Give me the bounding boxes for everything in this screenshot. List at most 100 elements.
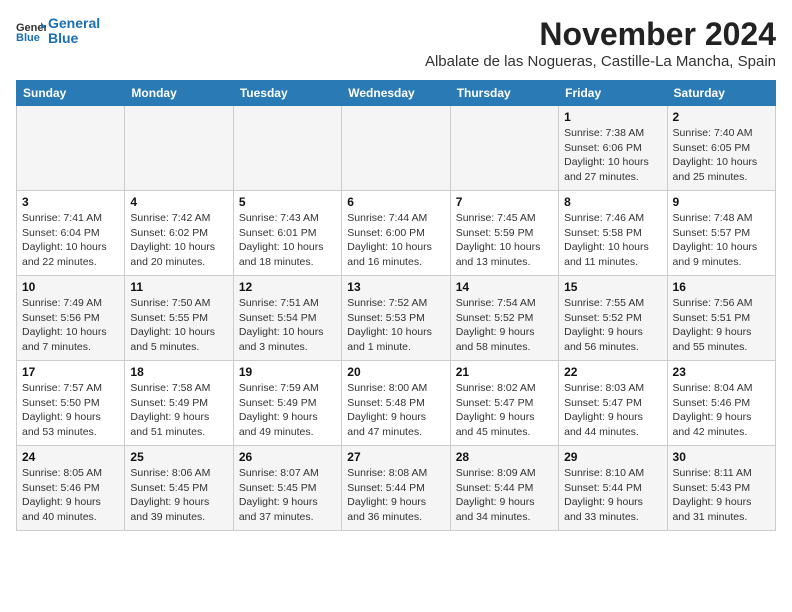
day-info: Sunrise: 8:07 AM Sunset: 5:45 PM Dayligh… [239,466,336,525]
day-number: 2 [673,110,770,124]
day-number: 27 [347,450,444,464]
day-info: Sunrise: 7:48 AM Sunset: 5:57 PM Dayligh… [673,211,770,270]
calendar-cell: 18 Sunrise: 7:58 AM Sunset: 5:49 PM Dayli… [125,361,233,446]
calendar-cell: 25 Sunrise: 8:06 AM Sunset: 5:45 PM Dayli… [125,446,233,531]
weekday-header-thursday: Thursday [450,81,558,106]
day-number: 6 [347,195,444,209]
calendar-cell: 21 Sunrise: 8:02 AM Sunset: 5:47 PM Dayli… [450,361,558,446]
day-info: Sunrise: 7:46 AM Sunset: 5:58 PM Dayligh… [564,211,661,270]
day-info: Sunrise: 7:59 AM Sunset: 5:49 PM Dayligh… [239,381,336,440]
calendar-cell: 6 Sunrise: 7:44 AM Sunset: 6:00 PM Daylig… [342,191,450,276]
calendar-table: SundayMondayTuesdayWednesdayThursdayFrid… [16,80,776,531]
day-info: Sunrise: 8:11 AM Sunset: 5:43 PM Dayligh… [673,466,770,525]
day-info: Sunrise: 8:00 AM Sunset: 5:48 PM Dayligh… [347,381,444,440]
calendar-cell: 1Sunrise: 7:38 AM Sunset: 6:06 PM Daylig… [559,106,667,191]
day-info: Sunrise: 8:10 AM Sunset: 5:44 PM Dayligh… [564,466,661,525]
calendar-cell [342,106,450,191]
weekday-header-sunday: Sunday [17,81,125,106]
day-info: Sunrise: 7:50 AM Sunset: 5:55 PM Dayligh… [130,296,227,355]
day-info: Sunrise: 7:49 AM Sunset: 5:56 PM Dayligh… [22,296,119,355]
weekday-header-wednesday: Wednesday [342,81,450,106]
day-number: 24 [22,450,119,464]
day-number: 18 [130,365,227,379]
day-info: Sunrise: 7:56 AM Sunset: 5:51 PM Dayligh… [673,296,770,355]
calendar-week-row: 17 Sunrise: 7:57 AM Sunset: 5:50 PM Dayli… [17,361,776,446]
svg-text:Blue: Blue [16,32,40,42]
day-info: Sunrise: 8:02 AM Sunset: 5:47 PM Dayligh… [456,381,553,440]
day-info: Sunrise: 7:55 AM Sunset: 5:52 PM Dayligh… [564,296,661,355]
day-number: 26 [239,450,336,464]
day-info: Sunrise: 8:08 AM Sunset: 5:44 PM Dayligh… [347,466,444,525]
calendar-cell: 19 Sunrise: 7:59 AM Sunset: 5:49 PM Dayli… [233,361,341,446]
day-info: Sunrise: 7:41 AM Sunset: 6:04 PM Dayligh… [22,211,119,270]
calendar-cell: 12Sunrise: 7:51 AM Sunset: 5:54 PM Dayli… [233,276,341,361]
month-title: November 2024 [425,16,776,53]
day-number: 28 [456,450,553,464]
day-number: 16 [673,280,770,294]
calendar-cell [17,106,125,191]
day-number: 14 [456,280,553,294]
day-number: 11 [130,280,227,294]
calendar-cell: 5 Sunrise: 7:43 AM Sunset: 6:01 PM Daylig… [233,191,341,276]
calendar-body: 1Sunrise: 7:38 AM Sunset: 6:06 PM Daylig… [17,106,776,531]
calendar-cell: 11 Sunrise: 7:50 AM Sunset: 5:55 PM Dayli… [125,276,233,361]
logo-text: GeneralBlue [48,16,100,47]
weekday-header-tuesday: Tuesday [233,81,341,106]
day-info: Sunrise: 8:09 AM Sunset: 5:44 PM Dayligh… [456,466,553,525]
day-number: 5 [239,195,336,209]
calendar-cell: 16 Sunrise: 7:56 AM Sunset: 5:51 PM Dayli… [667,276,775,361]
calendar-cell: 26 Sunrise: 8:07 AM Sunset: 5:45 PM Dayli… [233,446,341,531]
calendar-cell: 10 Sunrise: 7:49 AM Sunset: 5:56 PM Dayli… [17,276,125,361]
day-info: Sunrise: 7:58 AM Sunset: 5:49 PM Dayligh… [130,381,227,440]
calendar-week-row: 10 Sunrise: 7:49 AM Sunset: 5:56 PM Dayli… [17,276,776,361]
calendar-cell: 17 Sunrise: 7:57 AM Sunset: 5:50 PM Dayli… [17,361,125,446]
day-info: Sunrise: 7:38 AM Sunset: 6:06 PM Dayligh… [564,126,661,185]
day-info: Sunrise: 7:52 AM Sunset: 5:53 PM Dayligh… [347,296,444,355]
calendar-cell: 8Sunrise: 7:46 AM Sunset: 5:58 PM Daylig… [559,191,667,276]
day-number: 4 [130,195,227,209]
calendar-cell [450,106,558,191]
day-info: Sunrise: 7:44 AM Sunset: 6:00 PM Dayligh… [347,211,444,270]
calendar-cell: 3 Sunrise: 7:41 AM Sunset: 6:04 PM Daylig… [17,191,125,276]
day-number: 30 [673,450,770,464]
day-info: Sunrise: 7:45 AM Sunset: 5:59 PM Dayligh… [456,211,553,270]
weekday-header-saturday: Saturday [667,81,775,106]
calendar-cell [125,106,233,191]
day-info: Sunrise: 8:06 AM Sunset: 5:45 PM Dayligh… [130,466,227,525]
day-number: 29 [564,450,661,464]
day-number: 3 [22,195,119,209]
weekday-header-monday: Monday [125,81,233,106]
day-number: 7 [456,195,553,209]
calendar-cell: 24 Sunrise: 8:05 AM Sunset: 5:46 PM Dayli… [17,446,125,531]
day-number: 10 [22,280,119,294]
day-info: Sunrise: 7:42 AM Sunset: 6:02 PM Dayligh… [130,211,227,270]
calendar-cell: 15 Sunrise: 7:55 AM Sunset: 5:52 PM Dayli… [559,276,667,361]
calendar-week-row: 1Sunrise: 7:38 AM Sunset: 6:06 PM Daylig… [17,106,776,191]
day-number: 19 [239,365,336,379]
day-info: Sunrise: 8:03 AM Sunset: 5:47 PM Dayligh… [564,381,661,440]
day-info: Sunrise: 8:05 AM Sunset: 5:46 PM Dayligh… [22,466,119,525]
weekday-header-friday: Friday [559,81,667,106]
day-number: 17 [22,365,119,379]
day-info: Sunrise: 7:57 AM Sunset: 5:50 PM Dayligh… [22,381,119,440]
calendar-cell: 9 Sunrise: 7:48 AM Sunset: 5:57 PM Daylig… [667,191,775,276]
calendar-cell: 28 Sunrise: 8:09 AM Sunset: 5:44 PM Dayli… [450,446,558,531]
logo: General Blue GeneralBlue [16,16,100,47]
day-info: Sunrise: 7:43 AM Sunset: 6:01 PM Dayligh… [239,211,336,270]
calendar-cell: 13 Sunrise: 7:52 AM Sunset: 5:53 PM Dayli… [342,276,450,361]
day-number: 21 [456,365,553,379]
calendar-cell: 14Sunrise: 7:54 AM Sunset: 5:52 PM Dayli… [450,276,558,361]
day-number: 15 [564,280,661,294]
day-number: 13 [347,280,444,294]
weekday-header-row: SundayMondayTuesdayWednesdayThursdayFrid… [17,81,776,106]
day-number: 9 [673,195,770,209]
calendar-cell: 4 Sunrise: 7:42 AM Sunset: 6:02 PM Daylig… [125,191,233,276]
day-number: 12 [239,280,336,294]
calendar-cell: 22Sunrise: 8:03 AM Sunset: 5:47 PM Dayli… [559,361,667,446]
calendar-cell: 20Sunrise: 8:00 AM Sunset: 5:48 PM Dayli… [342,361,450,446]
calendar-cell: 23Sunrise: 8:04 AM Sunset: 5:46 PM Dayli… [667,361,775,446]
day-number: 25 [130,450,227,464]
day-info: Sunrise: 7:40 AM Sunset: 6:05 PM Dayligh… [673,126,770,185]
logo-icon: General Blue [16,20,46,42]
calendar-cell: 27 Sunrise: 8:08 AM Sunset: 5:44 PM Dayli… [342,446,450,531]
